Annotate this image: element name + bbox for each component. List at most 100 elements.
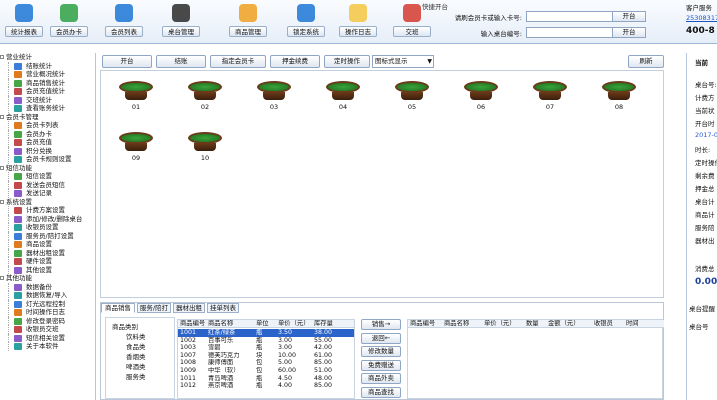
nav-item[interactable]: 服务员/陪打设置 <box>0 231 95 241</box>
card-open-button[interactable]: 开台 <box>612 11 646 22</box>
toolbar-button-5[interactable]: 锁定系统 <box>284 2 328 42</box>
edit-quantity-button[interactable]: 修改数量 <box>361 346 401 357</box>
table-open-button[interactable]: 开台 <box>612 27 646 38</box>
column-header[interactable]: 收银员 <box>594 320 613 328</box>
nav-item[interactable]: 计费方案设置 <box>0 206 95 215</box>
collapse-icon[interactable] <box>0 55 4 59</box>
nav-item[interactable]: 营业概况统计 <box>0 70 95 79</box>
table-number-input[interactable] <box>526 27 622 38</box>
goods-row[interactable]: 1003 雪碧 瓶 3.00 42.00 <box>178 344 354 352</box>
table-tile[interactable]: 03 <box>252 79 296 111</box>
nav-item[interactable]: 短信相关设置 <box>0 333 95 343</box>
nav-item[interactable]: 会员办卡 <box>0 129 95 139</box>
column-header[interactable]: 库存量 <box>314 320 333 328</box>
nav-item[interactable]: 数据备份 <box>0 282 95 292</box>
nav-item[interactable]: 关于本软件 <box>0 342 95 351</box>
nav-item[interactable]: 会员卡规则设置 <box>0 155 95 164</box>
timer-button[interactable]: 定时操作 <box>324 55 370 68</box>
nav-item[interactable]: 收银员设置 <box>0 223 95 232</box>
category-item[interactable]: 啤酒类 <box>126 361 146 371</box>
deposit-button[interactable]: 押金续费 <box>270 55 320 68</box>
goods-row[interactable]: 1007 德芙巧克力 块 10.00 61.00 <box>178 352 354 360</box>
column-header[interactable]: 商品编号 <box>180 320 205 328</box>
goods-row[interactable]: 1001 红茶/绿茶 瓶 3.50 38.00 <box>178 329 354 337</box>
checkout-button[interactable]: 结账 <box>156 55 206 68</box>
nav-item[interactable]: 灯光远程控制 <box>0 299 95 309</box>
toolbar-button-1[interactable]: 会员办卡 <box>47 2 91 42</box>
column-header[interactable]: 数量 <box>526 320 539 328</box>
nav-item[interactable]: 其他设置 <box>0 265 95 275</box>
refresh-button[interactable]: 刷新 <box>628 55 664 68</box>
nav-item[interactable]: 短信设置 <box>0 172 95 181</box>
nav-item[interactable]: 数据恢复/导入 <box>0 291 95 300</box>
category-root[interactable]: 商品类别 <box>112 321 138 331</box>
nav-item[interactable]: 会员充值统计 <box>0 87 95 96</box>
column-header[interactable]: 单位 <box>256 320 269 328</box>
nav-item[interactable]: 会员卡列表 <box>0 121 95 130</box>
column-header[interactable]: 单价（元） <box>278 320 309 328</box>
nav-item[interactable]: 时间操作日志 <box>0 308 95 317</box>
toolbar-button-3[interactable]: 桌台管理 <box>159 2 203 42</box>
open-table-button[interactable]: 开台 <box>102 55 152 68</box>
assign-member-button[interactable]: 指定会员卡 <box>210 55 266 68</box>
toolbar-button-0[interactable]: 统计报表 <box>2 2 46 42</box>
table-tile[interactable]: 01 <box>114 79 158 111</box>
sell-button[interactable]: 销售→ <box>361 319 401 330</box>
column-header[interactable]: 商品名称 <box>444 320 469 328</box>
nav-item[interactable]: 商品设置 <box>0 240 95 249</box>
collapse-icon[interactable] <box>0 165 4 170</box>
goods-row[interactable]: 1008 康师傅面 包 5.00 85.00 <box>178 359 354 367</box>
card-number-input[interactable] <box>526 11 622 22</box>
toolbar-button-4[interactable]: 商品管理 <box>226 2 270 42</box>
nav-item[interactable]: 硬件设置 <box>0 257 95 266</box>
nav-item[interactable]: 交班统计 <box>0 95 95 105</box>
collapse-icon[interactable] <box>0 114 4 119</box>
goods-row[interactable]: 1002 百事可乐 瓶 3.00 55.00 <box>178 337 354 345</box>
nav-group[interactable]: 其他功能 <box>0 274 95 283</box>
column-header[interactable]: 商品编号 <box>410 320 435 328</box>
nav-group[interactable]: 短信功能 <box>0 164 95 173</box>
category-item[interactable]: 食品类 <box>126 341 146 351</box>
tab-service[interactable]: 服务/陪打 <box>137 303 171 313</box>
nav-item[interactable]: 积分兑换 <box>0 146 95 156</box>
nav-item[interactable]: 商品销售统计 <box>0 78 95 88</box>
toolbar-button-6[interactable]: 操作日志 <box>336 2 380 42</box>
goods-search-button[interactable]: 商品查找 <box>361 386 401 398</box>
column-header[interactable]: 商品名称 <box>208 320 233 328</box>
table-tile[interactable]: 06 <box>459 79 503 111</box>
column-header[interactable]: 单价（元） <box>484 320 515 328</box>
nav-group[interactable]: 营业统计 <box>0 53 95 62</box>
toolbar-button-2[interactable]: 会员列表 <box>102 2 146 42</box>
table-tile[interactable]: 04 <box>321 79 365 111</box>
free-gift-button[interactable]: 免费赠送 <box>361 359 401 371</box>
tab-goods-sales[interactable]: 商品销售 <box>101 303 135 313</box>
column-header[interactable]: 时间 <box>626 320 639 328</box>
goods-row[interactable]: 1011 青岛啤酒 瓶 4.50 48.00 <box>178 375 354 383</box>
table-tile[interactable]: 05 <box>390 79 434 111</box>
nav-item[interactable]: 发送会员短信 <box>0 180 95 190</box>
nav-group[interactable]: 系统设置 <box>0 198 95 207</box>
tab-equipment[interactable]: 器材出租 <box>173 303 205 313</box>
table-tile[interactable]: 09 <box>114 130 158 162</box>
qq-link[interactable]: 2530831735 <box>686 14 717 22</box>
category-item[interactable]: 香烟类 <box>126 351 146 361</box>
collapse-icon[interactable] <box>0 199 4 204</box>
tab-pending[interactable]: 挂单列表 <box>207 303 239 313</box>
table-tile[interactable]: 10 <box>183 130 227 162</box>
goods-row[interactable]: 1009 中华（软） 包 60.00 51.00 <box>178 367 354 375</box>
view-mode-select[interactable]: 图标式显示 ▼ <box>372 55 434 68</box>
category-item[interactable]: 服务类 <box>126 371 146 381</box>
nav-group[interactable]: 会员卡管理 <box>0 113 95 122</box>
collapse-icon[interactable] <box>0 276 4 280</box>
nav-item[interactable]: 发送记录 <box>0 189 95 198</box>
table-tile[interactable]: 07 <box>528 79 572 111</box>
category-item[interactable]: 饮料类 <box>126 331 146 341</box>
return-button[interactable]: 退回← <box>361 332 401 344</box>
nav-item[interactable]: 会员充值 <box>0 138 95 147</box>
takeout-button[interactable]: 商品外卖 <box>361 373 401 384</box>
nav-item[interactable]: 添加/修改/删除桌台 <box>0 214 95 224</box>
nav-item[interactable]: 收银员交班 <box>0 325 95 334</box>
nav-item[interactable]: 结账统计 <box>0 61 95 71</box>
table-tile[interactable]: 02 <box>183 79 227 111</box>
nav-item[interactable]: 修改登录密码 <box>0 316 95 326</box>
